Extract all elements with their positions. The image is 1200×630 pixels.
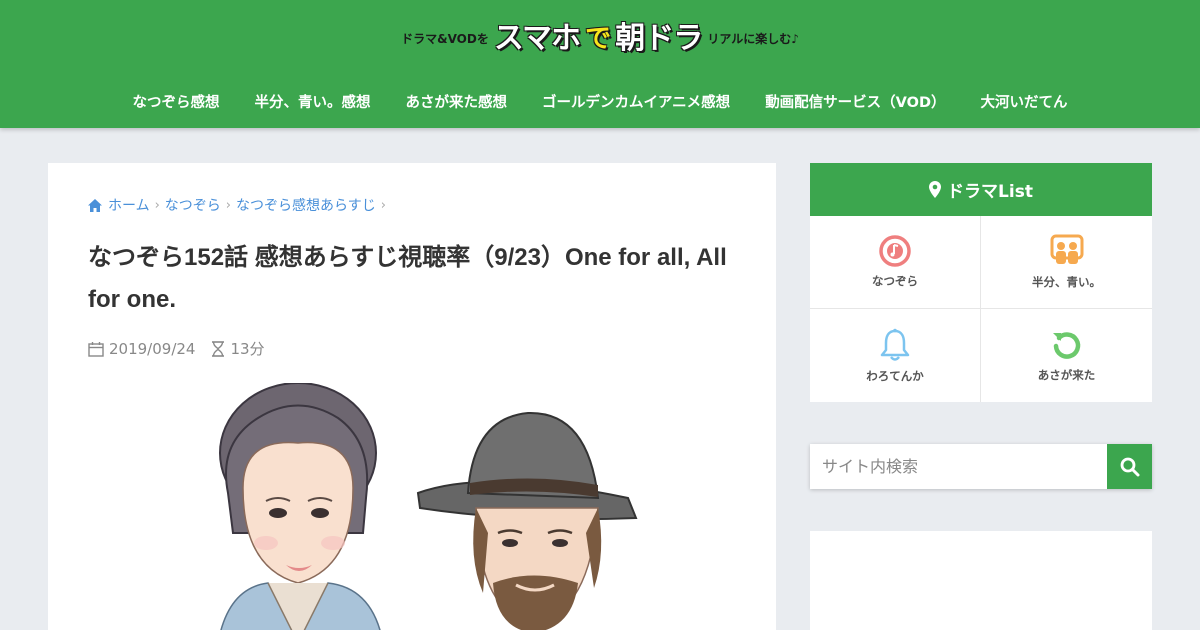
site-header: ドラマ&VODを スマホ で 朝ドラ リアルに楽しむ♪ なつぞら感想 半分、青い…	[0, 0, 1200, 128]
logo-text-suffix: リアルに楽しむ♪	[707, 31, 799, 46]
refresh-icon	[1052, 331, 1080, 359]
publish-date: 2019/09/24	[109, 339, 196, 358]
article-card: ホーム › なつぞら › なつぞら感想あらすじ › なつぞら152話 感想あらす…	[48, 163, 776, 630]
sidebar-ad-widget	[810, 531, 1152, 630]
nav-item-golden-kamuy[interactable]: ゴールデンカムイアニメ感想	[524, 88, 747, 118]
calendar-icon	[88, 341, 104, 357]
chevron-right-icon: ›	[225, 197, 231, 213]
drama-item-hanbun-aoi[interactable]: 半分、青い。	[981, 216, 1152, 309]
nav-item-asagakita[interactable]: あさが来た感想	[388, 88, 525, 118]
widget-header: ドラマList	[810, 163, 1152, 216]
logo-text-de: で	[585, 23, 611, 54]
breadcrumb-natsuzora[interactable]: なつぞら	[165, 195, 221, 215]
read-time: 13分	[230, 340, 265, 358]
drama-label: あさが来た	[1037, 367, 1096, 382]
site-search	[810, 444, 1152, 489]
breadcrumb-natsuzora-summary[interactable]: なつぞら感想あらすじ	[236, 195, 376, 215]
nav-item-natsuzora[interactable]: なつぞら感想	[115, 88, 237, 118]
people-icon	[1050, 234, 1083, 264]
home-icon	[88, 198, 102, 212]
search-input[interactable]	[810, 444, 1107, 489]
drama-label: なつぞら	[872, 274, 918, 288]
drama-label: 半分、青い。	[1032, 275, 1101, 289]
bell-icon	[880, 328, 910, 361]
eyecatch-illustration	[219, 383, 638, 630]
article-title: なつぞら152話 感想あらすじ視聴率（9/23）One for all, All…	[88, 244, 727, 313]
drama-item-natsuzora[interactable]: なつぞら	[810, 216, 981, 309]
breadcrumb-home[interactable]: ホーム	[108, 195, 150, 215]
drama-list-widget: ドラマList なつぞら 半分、青い。 わろてんか あさが来た	[810, 163, 1152, 402]
article-meta: 2019/09/24 13分	[88, 338, 265, 359]
drama-grid: なつぞら 半分、青い。 わろてんか あさが来た	[810, 216, 1152, 402]
nav-item-hanbun-aoi[interactable]: 半分、青い。感想	[237, 88, 388, 118]
global-nav: なつぞら感想 半分、青い。感想 あさが来た感想 ゴールデンカムイアニメ感想 動画…	[0, 88, 1200, 118]
logo-text-smartphone: スマホ	[493, 20, 581, 56]
map-pin-icon	[929, 181, 942, 198]
logo-text-asadora: 朝ドラ	[615, 20, 703, 56]
widget-title: ドラマList	[947, 182, 1033, 202]
nav-item-vod[interactable]: 動画配信サービス（VOD）	[748, 88, 963, 118]
breadcrumb: ホーム › なつぞら › なつぞら感想あらすじ ›	[88, 195, 391, 215]
search-button[interactable]	[1107, 444, 1152, 489]
search-icon	[1120, 457, 1139, 476]
nav-item-idaten[interactable]: 大河いだてん	[963, 88, 1085, 118]
chevron-right-icon: ›	[380, 197, 386, 213]
logo-text-prefix: ドラマ&VODを	[401, 31, 489, 46]
drama-item-asagakita[interactable]: あさが来た	[981, 309, 1152, 402]
drama-label: わろてんか	[866, 368, 924, 383]
chevron-right-icon: ›	[154, 197, 160, 213]
drama-item-warotenka[interactable]: わろてんか	[810, 309, 981, 402]
music-note-icon	[879, 235, 911, 267]
site-logo[interactable]: ドラマ&VODを スマホ で 朝ドラ リアルに楽しむ♪	[0, 18, 1200, 58]
hourglass-icon	[212, 340, 225, 357]
